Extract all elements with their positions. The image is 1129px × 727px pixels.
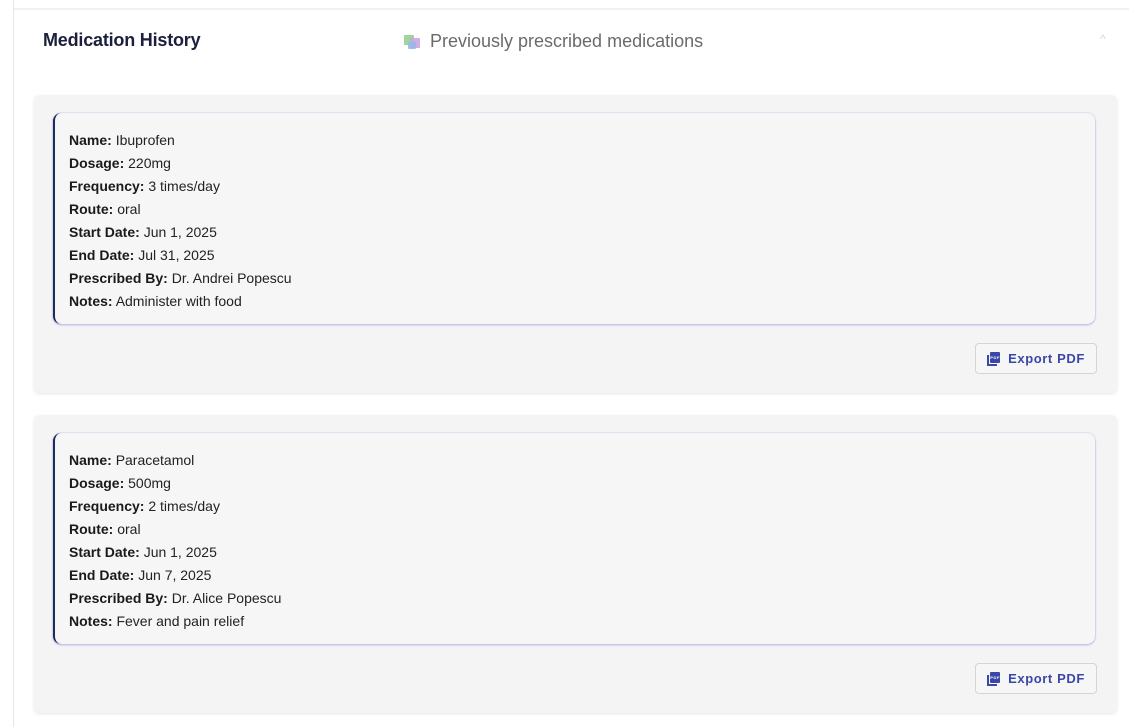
- medication-frequency: 2 times/day: [148, 498, 220, 514]
- field-dosage: Dosage: 220mg: [69, 155, 171, 171]
- field-prescribed-by: Prescribed By: Dr. Alice Popescu: [69, 590, 282, 606]
- medication-details: Name: Ibuprofen Dosage: 220mg Frequency:…: [53, 113, 1095, 324]
- section-title: Medication History: [43, 30, 201, 50]
- export-pdf-button[interactable]: PDF Export PDF: [975, 663, 1097, 694]
- medication-details: Name: Paracetamol Dosage: 500mg Frequenc…: [53, 433, 1095, 644]
- medication-prescriber: Dr. Alice Popescu: [171, 590, 282, 606]
- field-route: Route: oral: [69, 521, 141, 537]
- medication-card: Name: Ibuprofen Dosage: 220mg Frequency:…: [34, 95, 1117, 393]
- left-divider: [13, 0, 14, 727]
- field-end-date: End Date: Jul 31, 2025: [69, 247, 215, 263]
- export-pdf-label: Export PDF: [1008, 671, 1085, 686]
- medication-name: Paracetamol: [115, 452, 195, 468]
- medication-notes: Administer with food: [115, 293, 242, 309]
- field-dosage: Dosage: 500mg: [69, 475, 171, 491]
- field-notes: Notes: Fever and pain relief: [69, 613, 245, 629]
- medication-frequency: 3 times/day: [148, 178, 220, 194]
- field-name: Name: Ibuprofen: [69, 132, 175, 148]
- field-route: Route: oral: [69, 201, 141, 217]
- medication-route: oral: [117, 201, 141, 217]
- field-frequency: Frequency: 2 times/day: [69, 498, 220, 514]
- section-header[interactable]: Medication History Previously prescribed…: [14, 10, 1129, 80]
- field-start-date: Start Date: Jun 1, 2025: [69, 544, 217, 560]
- pills-icon: [404, 34, 422, 50]
- medication-end-date: Jun 7, 2025: [138, 567, 212, 583]
- section-subtitle: Previously prescribed medications: [404, 31, 703, 52]
- field-name: Name: Paracetamol: [69, 452, 195, 468]
- pdf-icon: PDF: [987, 351, 1001, 366]
- chevron-up-icon[interactable]: ^: [1096, 32, 1110, 46]
- medication-start-date: Jun 1, 2025: [143, 544, 217, 560]
- medication-dosage: 500mg: [128, 475, 171, 491]
- field-frequency: Frequency: 3 times/day: [69, 178, 220, 194]
- medication-name: Ibuprofen: [115, 132, 175, 148]
- export-pdf-label: Export PDF: [1008, 351, 1085, 366]
- medication-card: Name: Paracetamol Dosage: 500mg Frequenc…: [34, 415, 1117, 713]
- field-end-date: End Date: Jun 7, 2025: [69, 567, 212, 583]
- field-notes: Notes: Administer with food: [69, 293, 242, 309]
- field-start-date: Start Date: Jun 1, 2025: [69, 224, 217, 240]
- export-pdf-button[interactable]: PDF Export PDF: [975, 343, 1097, 374]
- medication-prescriber: Dr. Andrei Popescu: [171, 270, 292, 286]
- medication-start-date: Jun 1, 2025: [143, 224, 217, 240]
- medication-end-date: Jul 31, 2025: [138, 247, 215, 263]
- field-prescribed-by: Prescribed By: Dr. Andrei Popescu: [69, 270, 292, 286]
- medication-history-page: Medication History Previously prescribed…: [0, 0, 1129, 727]
- pdf-icon: PDF: [987, 671, 1001, 686]
- medication-dosage: 220mg: [128, 155, 171, 171]
- medication-route: oral: [117, 521, 141, 537]
- medication-notes: Fever and pain relief: [116, 613, 245, 629]
- section-subtitle-text: Previously prescribed medications: [430, 31, 704, 51]
